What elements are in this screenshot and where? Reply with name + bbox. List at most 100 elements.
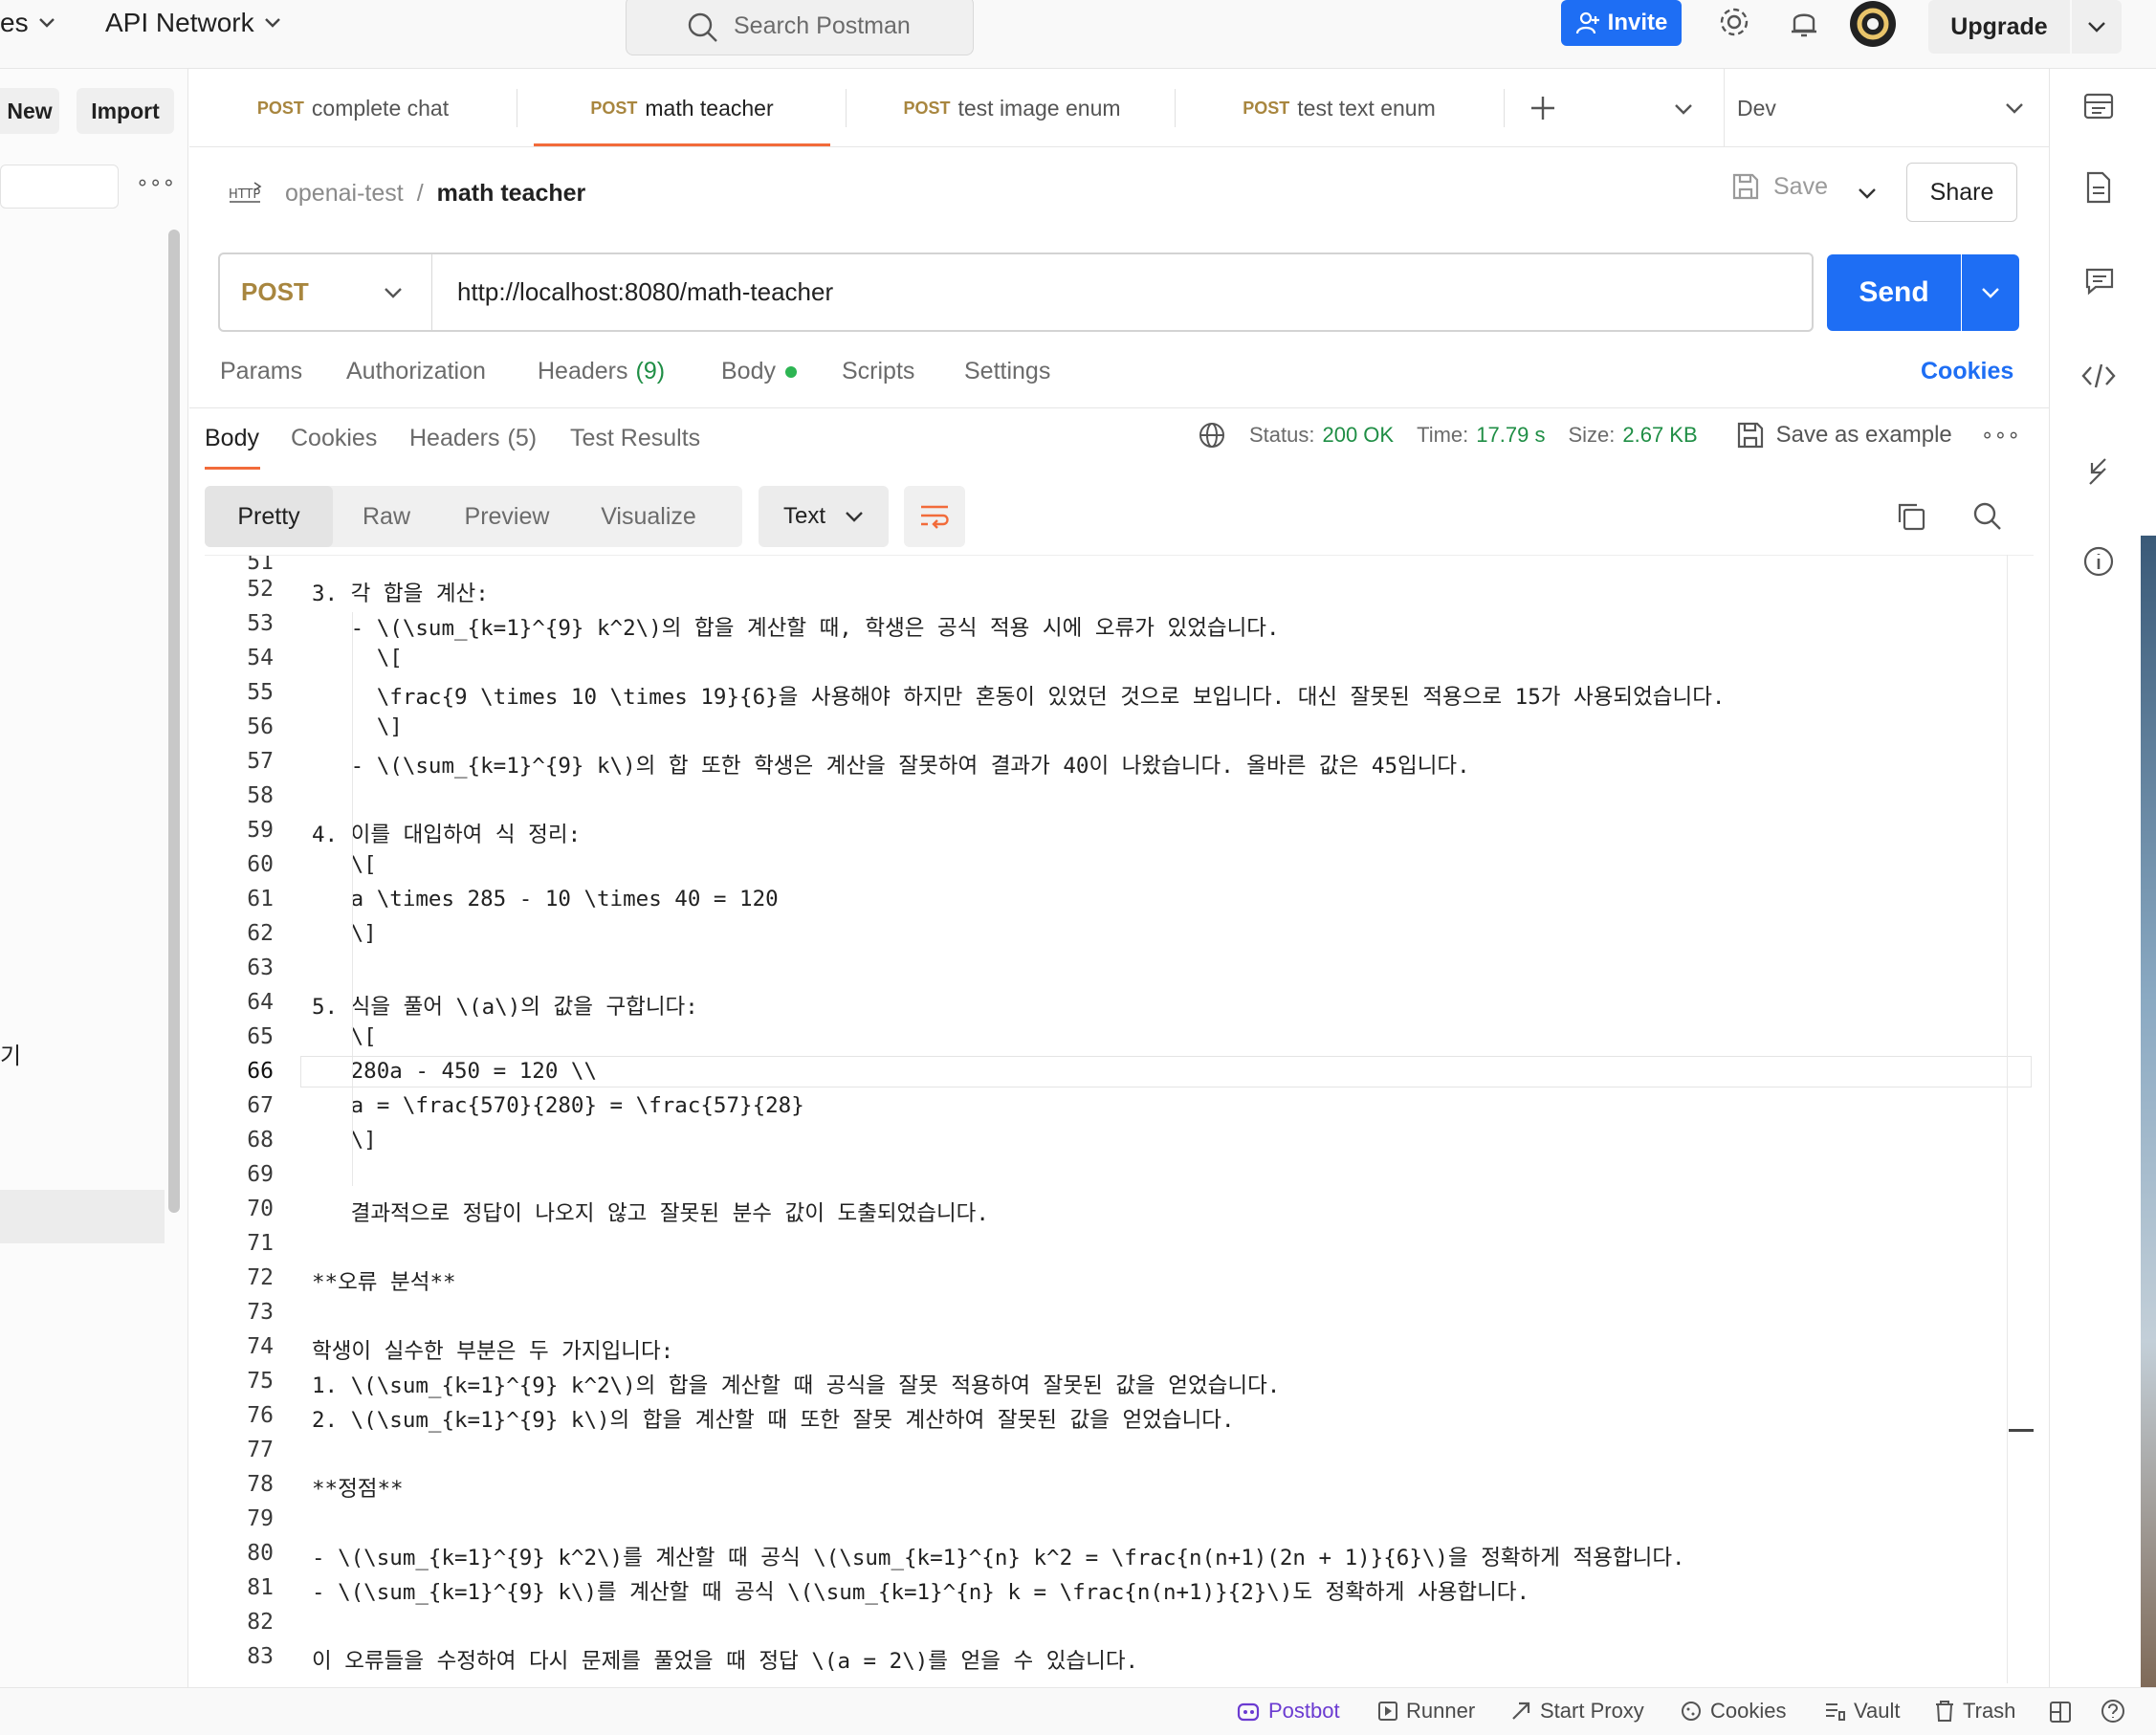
code-icon[interactable] — [2080, 362, 2117, 390]
code-line[interactable]: \[ — [312, 1024, 377, 1049]
code-line[interactable]: 2. \(\sum_{k=1}^{9} k\)의 합을 계산할 때 또한 잘못 … — [312, 1403, 1235, 1434]
code-line[interactable]: - \(\sum_{k=1}^{9} k^2\)의 합을 계산할 때, 학생은 … — [312, 611, 1280, 642]
vault-button[interactable]: Vault — [1823, 1699, 1901, 1724]
code-line[interactable]: - \(\sum_{k=1}^{9} k^2\)를 계산할 때 공식 \(\su… — [312, 1541, 1685, 1571]
tab-test-text-enum[interactable]: POST test text enum — [1177, 69, 1502, 147]
help-icon[interactable] — [2101, 1699, 2125, 1724]
upgrade-options-button[interactable] — [2072, 0, 2122, 54]
request-tabs-bar: POST complete chat POST math teacher POS… — [189, 69, 2049, 147]
share-button[interactable]: Share — [1906, 163, 2017, 222]
sidebar-more-button[interactable]: ∘∘∘ — [136, 170, 175, 195]
tab-params[interactable]: Params — [220, 358, 302, 385]
add-tab-icon[interactable] — [1529, 94, 1557, 122]
desktop-background-strip — [2141, 536, 2156, 1687]
line-number: 54 — [247, 646, 274, 670]
url-input[interactable]: http://localhost:8080/math-teacher — [457, 254, 833, 330]
response-tab-test-results[interactable]: Test Results — [570, 425, 700, 452]
tab-test-image-enum[interactable]: POST test image enum — [849, 69, 1175, 147]
code-line[interactable]: \] — [312, 714, 403, 739]
upgrade-button[interactable]: Upgrade — [1928, 0, 2070, 54]
globe-icon[interactable] — [1198, 421, 1226, 450]
view-raw[interactable]: Raw — [333, 486, 440, 547]
response-more-button[interactable]: ∘∘∘ — [1981, 423, 2020, 448]
save-options-chevron-icon[interactable] — [1858, 187, 1877, 199]
code-line[interactable]: 결과적으로 정답이 나오지 않고 잘못된 분수 값이 도출되었습니다. — [312, 1197, 989, 1227]
settings-gear-icon[interactable] — [1718, 6, 1750, 38]
response-tab-cookies[interactable]: Cookies — [291, 425, 377, 452]
code-line[interactable]: **정점** — [312, 1472, 404, 1503]
invite-button[interactable]: Invite — [1561, 0, 1682, 46]
copy-icon[interactable] — [1896, 501, 1926, 532]
code-line[interactable]: 3. 각 합을 계산: — [312, 577, 489, 607]
search-icon[interactable] — [1972, 501, 2003, 532]
send-options-button[interactable] — [1962, 254, 2019, 331]
cookies-link[interactable]: Cookies — [1921, 358, 2013, 385]
send-button[interactable]: Send — [1827, 254, 1961, 331]
view-visualize[interactable]: Visualize — [574, 486, 723, 547]
size-value[interactable]: 2.67 KB — [1622, 423, 1697, 448]
sidebar-selected-item[interactable] — [0, 1190, 165, 1243]
response-tab-body[interactable]: Body — [205, 425, 259, 452]
response-tab-headers[interactable]: Headers (5) — [409, 425, 537, 452]
editor-scroll-track[interactable] — [2007, 555, 2008, 1683]
code-line[interactable]: 학생이 실수한 부분은 두 가지입니다: — [312, 1334, 673, 1365]
breadcrumb-collection[interactable]: openai-test — [285, 180, 404, 208]
postbot-button[interactable]: Postbot — [1236, 1699, 1340, 1724]
comments-icon[interactable] — [2084, 266, 2115, 296]
cookies-button[interactable]: Cookies — [1680, 1699, 1786, 1724]
runner-button[interactable]: Runner — [1377, 1699, 1475, 1724]
tabs-overflow-chevron-icon[interactable] — [1674, 103, 1693, 115]
workspace-menu[interactable]: es — [0, 0, 55, 46]
code-line[interactable]: a \times 285 - 10 \times 40 = 120 — [312, 887, 779, 911]
notification-bell-icon[interactable] — [1789, 6, 1819, 40]
search-input[interactable]: Search Postman — [626, 0, 974, 55]
layout-toggle-icon[interactable] — [2049, 1701, 2072, 1724]
save-as-example-button[interactable]: Save as example — [1736, 421, 1952, 450]
view-pretty[interactable]: Pretty — [205, 486, 333, 547]
editor-scroll-marker[interactable] — [2009, 1429, 2034, 1432]
code-line[interactable]: \frac{9 \times 10 \times 19}{6}을 사용해야 하지… — [312, 680, 1726, 711]
trash-button[interactable]: Trash — [1934, 1699, 2015, 1724]
environment-select[interactable]: Dev — [1737, 69, 2024, 147]
documentation-icon[interactable] — [2084, 170, 2113, 205]
code-line[interactable]: a = \frac{570}{280} = \frac{57}{28} — [312, 1093, 804, 1118]
line-number: 57 — [247, 749, 274, 774]
tab-authorization[interactable]: Authorization — [346, 358, 486, 385]
code-line[interactable]: 1. \(\sum_{k=1}^{9} k^2\)의 합을 계산할 때 공식을 … — [312, 1369, 1280, 1399]
code-line[interactable]: \] — [312, 1128, 377, 1153]
code-line[interactable]: **오류 분석** — [312, 1265, 456, 1296]
time-value[interactable]: 17.79 s — [1476, 423, 1545, 448]
sidebar-scrollbar[interactable] — [168, 230, 180, 1213]
wrap-lines-button[interactable] — [904, 486, 965, 547]
start-proxy-button[interactable]: Start Proxy — [1509, 1699, 1644, 1724]
status-value[interactable]: 200 OK — [1322, 423, 1394, 448]
sidebar-filter-input[interactable] — [0, 165, 119, 209]
code-line[interactable]: \[ — [312, 852, 377, 877]
breadcrumb-request[interactable]: math teacher — [437, 180, 586, 208]
tab-math-teacher[interactable]: POST math teacher — [534, 69, 830, 147]
code-line[interactable]: - \(\sum_{k=1}^{9} k\)를 계산할 때 공식 \(\sum_… — [312, 1575, 1529, 1606]
import-button[interactable]: Import — [77, 88, 174, 134]
avatar[interactable] — [1849, 0, 1897, 48]
new-button[interactable]: New — [0, 88, 59, 134]
environment-quicklook-icon[interactable] — [2082, 92, 2115, 124]
save-button[interactable]: Save — [1731, 172, 1828, 201]
format-select[interactable]: Text — [759, 486, 889, 547]
info-icon[interactable] — [2082, 545, 2115, 578]
response-body-editor[interactable]: 51 52 3. 각 합을 계산: 53 - \(\sum_{k=1}^{9} k^… — [205, 555, 2034, 1674]
tab-headers[interactable]: Headers (9) — [538, 358, 665, 385]
code-line[interactable]: \[ — [312, 646, 403, 670]
code-line[interactable]: - \(\sum_{k=1}^{9} k\)의 합 또한 학생은 계산을 잘못하… — [312, 749, 1470, 780]
tab-complete-chat[interactable]: POST complete chat — [189, 69, 517, 147]
tab-body[interactable]: Body — [721, 358, 797, 385]
view-preview[interactable]: Preview — [440, 486, 574, 547]
api-network-menu[interactable]: API Network — [105, 0, 281, 46]
code-line[interactable]: 5. 식을 풀어 \(a\)의 값을 구합니다: — [312, 990, 698, 1021]
code-line[interactable]: \] — [312, 921, 377, 946]
code-line[interactable]: 이 오류들을 수정하여 다시 문제를 풀었을 때 정답 \(a = 2\)를 얻… — [312, 1644, 1138, 1674]
runner-label: Runner — [1406, 1699, 1476, 1723]
tab-settings[interactable]: Settings — [964, 358, 1050, 385]
tab-scripts[interactable]: Scripts — [842, 358, 914, 385]
method-select[interactable]: POST — [220, 254, 432, 330]
related-collections-icon[interactable] — [2084, 455, 2113, 488]
